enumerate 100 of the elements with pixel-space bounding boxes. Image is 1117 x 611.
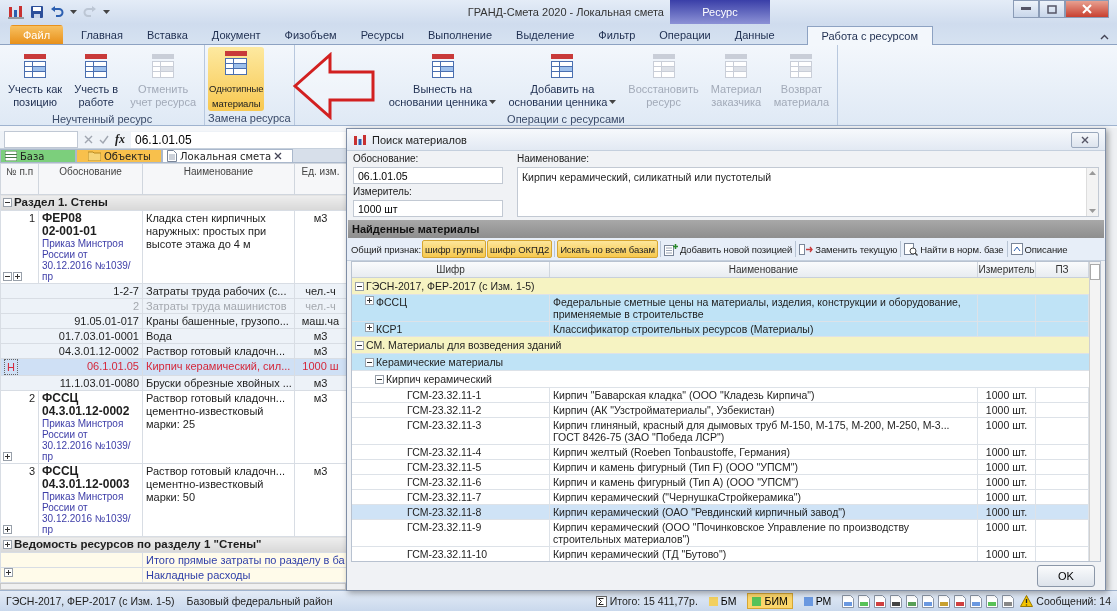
toolbar-button[interactable]: Добавить новой позицией <box>662 242 794 256</box>
expand-icon[interactable] <box>365 296 374 305</box>
tree-row[interactable]: ГЭСН-2017, ФЕР-2017 (с Изм. 1-5) <box>352 278 1089 295</box>
collapse-ribbon-icon[interactable] <box>1100 34 1109 40</box>
collapse-icon[interactable] <box>3 198 12 207</box>
maximize-button[interactable] <box>1039 0 1065 18</box>
ribbon-tab[interactable]: Документ <box>199 25 273 44</box>
tree-row[interactable]: СМ. Материалы для возведения зданий <box>352 337 1089 354</box>
table-row[interactable]: ФССЦ Федеральные сметные цены на материалы, изделия, конструкции и оборудование, применяемые в строительстве <box>352 295 1089 322</box>
toolbar-button[interactable]: Описание <box>1009 243 1069 255</box>
ribbon-tab[interactable]: Фильтр <box>586 25 648 44</box>
table-cell: 1000 шт. <box>978 520 1036 546</box>
code-text: ГСМ-23.32.11-6 <box>407 476 482 488</box>
collapse-icon[interactable] <box>355 281 364 291</box>
document-tab[interactable]: Объекты <box>76 149 162 162</box>
total-text: Итого: 15 411,77р. <box>609 595 698 607</box>
filter-toggle[interactable]: шифр группы <box>421 240 486 258</box>
table-row[interactable]: ГСМ-23.32.11-6 Кирпич и камень фигурный (Тип А) (ООО "УПСМ") 1000 шт. <box>352 475 1089 490</box>
table-row[interactable]: ГСМ-23.32.11-8 Кирпич керамический (ОАО "Ревдинский кирпичный завод") 1000 шт. <box>352 505 1089 520</box>
ribbon-button[interactable]: Учесть как позицию <box>3 47 68 112</box>
column-header[interactable]: Обоснование <box>38 163 143 195</box>
collapse-icon[interactable] <box>355 340 364 350</box>
table-row[interactable]: ГСМ-23.32.11-9 Кирпич керамический (ООО "Починковское Управление по производству строительных материалов") 1000 шт. <box>352 520 1089 547</box>
ok-button[interactable]: OK <box>1037 565 1095 587</box>
toolbar-button[interactable]: Найти в норм. базе <box>903 242 1005 256</box>
horizontal-scrollbar[interactable] <box>0 583 346 590</box>
resource-code[interactable]: 06.1.01.05 <box>87 359 139 375</box>
column-header[interactable]: Шифр <box>352 262 550 277</box>
table-cell: 1000 шт. <box>978 418 1036 444</box>
code-text: ГСМ-23.32.11-5 <box>407 461 482 473</box>
input-field[interactable]: 1000 шт <box>353 200 503 217</box>
scroll-up-icon[interactable] <box>1089 171 1096 175</box>
table-row[interactable]: ГСМ-23.32.11-2 Кирпич (АК "Узстройматериалы", Узбекистан) 1000 шт. <box>352 403 1089 418</box>
close-button[interactable] <box>1071 131 1099 148</box>
save-icon[interactable] <box>30 5 44 19</box>
ribbon-button[interactable]: Однотипные материалы <box>208 47 265 111</box>
function-label[interactable]: fx <box>115 132 125 147</box>
table-row[interactable]: ГСМ-23.32.11-7 Кирпич керамический ("ЧернушкаСтройкерамика") 1000 шт. <box>352 490 1089 505</box>
table-row[interactable]: КСР1 Классификатор строительных ресурсов (Материалы) <box>352 322 1089 337</box>
expand-icon[interactable] <box>3 525 12 534</box>
close-button[interactable] <box>1065 0 1109 18</box>
minimize-button[interactable] <box>1013 0 1039 18</box>
collapse-icon[interactable] <box>375 374 384 384</box>
caret-icon[interactable] <box>103 9 110 15</box>
scroll-down-icon[interactable] <box>1089 209 1096 213</box>
close-icon[interactable] <box>274 152 283 160</box>
ribbon-button[interactable]: Учесть в работе <box>69 47 124 112</box>
resource-code[interactable]: 1-2-7 <box>113 284 139 298</box>
column-header[interactable]: Наименование <box>550 262 978 277</box>
ribbon-tab[interactable]: Данные <box>722 25 787 44</box>
collapse-icon[interactable] <box>365 357 374 367</box>
column-header[interactable]: Ед. изм. <box>294 163 347 195</box>
tree-row[interactable]: Керамические материалы <box>352 354 1089 371</box>
search-all-toggle[interactable]: Искать по всем базам <box>557 240 658 258</box>
ribbon-tab[interactable]: Выделение <box>504 25 587 44</box>
expand-icon[interactable] <box>4 568 13 577</box>
column-header[interactable]: Измеритель <box>978 262 1036 277</box>
table-row[interactable]: ГСМ-23.32.11-4 Кирпич желтый (Roeben Tonbaustoffe, Германия) 1000 шт. <box>352 445 1089 460</box>
ribbon-tab[interactable]: Вставка <box>134 25 200 44</box>
document-icon[interactable] <box>890 594 903 608</box>
close-icon <box>1082 4 1092 14</box>
vertical-scrollbar[interactable] <box>1089 262 1100 561</box>
expand-icon[interactable] <box>13 272 22 281</box>
undo-icon[interactable] <box>50 5 64 19</box>
expand-icon[interactable] <box>365 323 374 332</box>
ribbon-tab[interactable]: Ресурсы <box>348 25 417 44</box>
table-row[interactable]: ГСМ-23.32.11-1 Кирпич "Баварская кладка" (ООО "Кладезь Кирпича") 1000 шт. <box>352 388 1089 403</box>
status-toggle[interactable]: РМ <box>798 593 837 609</box>
ribbon-tab[interactable]: Выполнение <box>416 25 505 44</box>
group-label: Операции с ресурсами <box>506 112 626 126</box>
document-tab[interactable]: База <box>0 149 76 162</box>
table-cell: 1000 шт. <box>978 547 1036 561</box>
status-toggle[interactable]: БИМ <box>747 593 793 609</box>
document-icon[interactable] <box>954 594 967 608</box>
table-row[interactable]: ГСМ-23.32.11-5 Кирпич и камень фигурный (Тип F) (ООО "УПСМ") 1000 шт. <box>352 460 1089 475</box>
status-toggle[interactable]: БМ <box>703 593 742 609</box>
filter-toggle[interactable]: шифр ОКПД2 <box>487 240 553 258</box>
messages-count[interactable]: Сообщений: 14 <box>1036 595 1111 607</box>
document-tab[interactable]: Локальная смета <box>162 149 294 162</box>
expand-icon[interactable] <box>3 540 12 549</box>
ribbon-tab[interactable]: Работа с ресурсом <box>806 26 933 45</box>
expand-icon[interactable] <box>3 452 12 461</box>
ribbon-tab[interactable]: Операции <box>647 25 723 44</box>
table-cell: Кирпич керамический ("ЧернушкаСтройкерамика") <box>550 490 978 504</box>
ribbon-button[interactable]: Добавить на основании ценника <box>503 47 622 112</box>
column-header[interactable]: Наименование <box>142 163 295 195</box>
table-row[interactable]: ГСМ-23.32.11-3 Кирпич глиняный, красный для дымовых труб М-150, М-175, М-200, М-250, М-3... ГОСТ 8426-75 (ЗАО "Победа ЛСР") 1000 шт. <box>352 418 1089 445</box>
caret-icon[interactable] <box>70 9 77 15</box>
column-header[interactable]: № п.п <box>0 163 39 195</box>
check-icon[interactable] <box>99 135 109 144</box>
table-cell: Кирпич глиняный, красный для дымовых труб М-150, М-175, М-200, М-250, М-3... ГОСТ 8426-75 (ЗАО "Победа ЛСР") <box>550 418 978 444</box>
ribbon-tab[interactable]: Физобъем <box>272 25 349 44</box>
ribbon-tab[interactable]: Главная <box>69 25 135 44</box>
ribbon-button[interactable]: Вынесть на основании ценника <box>383 47 502 112</box>
input-field[interactable]: 06.1.01.05 <box>353 167 503 184</box>
toolbar-button[interactable]: Заменить текущую <box>798 242 899 256</box>
collapse-icon[interactable] <box>3 272 12 281</box>
window-title: ГРАНД-Смета 2020 - Локальная смета <box>466 6 665 18</box>
document-icon[interactable] <box>874 594 887 608</box>
table-cell: Кладка стен кирпичных наружных: простых при высоте этажа до 4 м <box>142 210 295 284</box>
